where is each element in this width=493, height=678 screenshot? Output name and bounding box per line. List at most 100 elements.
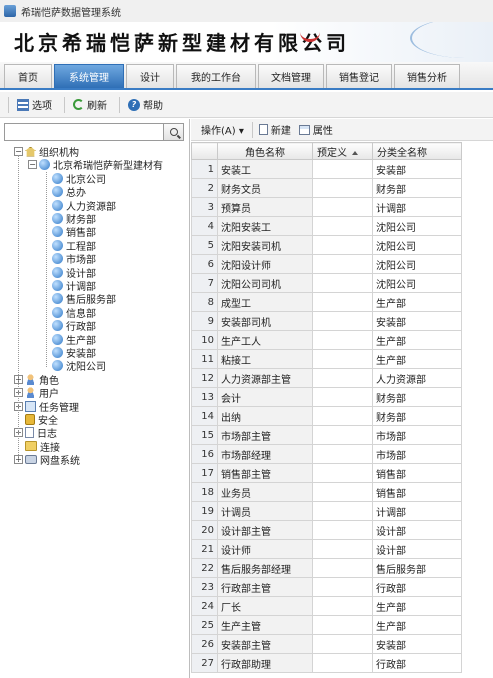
role-name-cell[interactable]: 沈阳安装工 [217,216,313,236]
row-number-cell[interactable]: 7 [191,273,218,293]
collapse-toggle-icon[interactable]: − [28,160,37,170]
row-number-cell[interactable]: 15 [191,425,218,445]
role-name-cell[interactable]: 业务员 [217,482,313,502]
table-row[interactable]: 3 预算员 计调部 [191,197,462,217]
table-row[interactable]: 24 厂长 生产部 [191,596,462,616]
predefined-cell[interactable] [312,406,373,426]
table-row[interactable]: 10 生产工人 生产部 [191,330,462,350]
tree-node-company[interactable]: − 北京希瑞恺萨新型建材有 [28,158,163,172]
tree-node-4[interactable]: 安全 [25,413,58,427]
role-name-cell[interactable]: 会计 [217,387,313,407]
tree-node-department[interactable]: 计调部 [52,279,96,293]
row-number-cell[interactable]: 14 [191,406,218,426]
category-cell[interactable]: 生产部 [372,596,462,616]
category-cell[interactable]: 生产部 [372,349,462,369]
predefined-cell[interactable] [312,577,373,597]
table-row[interactable]: 13 会计 财务部 [191,387,462,407]
table-row[interactable]: 6 沈阳设计师 沈阳公司 [191,254,462,274]
role-name-cell[interactable]: 人力资源部主管 [217,368,313,388]
table-row[interactable]: 17 销售部主管 销售部 [191,463,462,483]
predefined-cell[interactable] [312,311,373,331]
help-button[interactable]: ? 帮助 [126,95,165,115]
row-number-cell[interactable]: 10 [191,330,218,350]
tree-node-department[interactable]: 北京公司 [52,172,106,186]
category-cell[interactable]: 财务部 [372,387,462,407]
row-number-cell[interactable]: 5 [191,235,218,255]
category-cell[interactable]: 销售部 [372,463,462,483]
table-row[interactable]: 2 财务文员 财务部 [191,178,462,198]
tree-node-1[interactable]: + 角色 [14,373,59,387]
category-cell[interactable]: 沈阳公司 [372,273,462,293]
column-header-predefined[interactable]: 预定义 [312,142,373,160]
column-header-category[interactable]: 分类全名称 [372,142,462,160]
category-cell[interactable]: 设计部 [372,539,462,559]
predefined-cell[interactable] [312,216,373,236]
role-name-cell[interactable]: 安装部司机 [217,311,313,331]
table-row[interactable]: 23 行政部主管 行政部 [191,577,462,597]
category-cell[interactable]: 财务部 [372,406,462,426]
table-row[interactable]: 11 粘接工 生产部 [191,349,462,369]
tree-node-department[interactable]: 销售部 [52,225,96,239]
tab-document-management[interactable]: 文档管理 [258,64,324,88]
tree-node-department[interactable]: 安装部 [52,346,96,360]
predefined-cell[interactable] [312,425,373,445]
tree-node-department[interactable]: 沈阳公司 [52,359,106,373]
column-header-role-name[interactable]: 角色名称 [217,142,313,160]
tree-node-department[interactable]: 市场部 [52,252,96,266]
category-cell[interactable]: 安装部 [372,159,462,179]
row-number-cell[interactable]: 6 [191,254,218,274]
row-number-cell[interactable]: 13 [191,387,218,407]
tree-node-department[interactable]: 售后服务部 [52,292,116,306]
role-name-cell[interactable]: 成型工 [217,292,313,312]
table-row[interactable]: 16 市场部经理 市场部 [191,444,462,464]
table-row[interactable]: 14 出纳 财务部 [191,406,462,426]
category-cell[interactable]: 市场部 [372,444,462,464]
predefined-cell[interactable] [312,330,373,350]
search-button[interactable] [164,123,184,141]
new-button[interactable]: 新建 [258,122,291,137]
role-name-cell[interactable]: 财务文员 [217,178,313,198]
row-number-cell[interactable]: 3 [191,197,218,217]
row-number-cell[interactable]: 16 [191,444,218,464]
tree-node-department[interactable]: 总办 [52,185,86,199]
role-name-cell[interactable]: 市场部主管 [217,425,313,445]
category-cell[interactable]: 沈阳公司 [372,235,462,255]
predefined-cell[interactable] [312,501,373,521]
tab-system-management[interactable]: 系统管理 [54,64,124,88]
predefined-cell[interactable] [312,463,373,483]
options-button[interactable]: 选项 [15,95,54,115]
predefined-cell[interactable] [312,596,373,616]
table-row[interactable]: 26 安装部主管 安装部 [191,634,462,654]
category-cell[interactable]: 沈阳公司 [372,254,462,274]
category-cell[interactable]: 沈阳公司 [372,216,462,236]
role-name-cell[interactable]: 预算员 [217,197,313,217]
tree-node-department[interactable]: 生产部 [52,333,96,347]
category-cell[interactable]: 售后服务部 [372,558,462,578]
predefined-cell[interactable] [312,197,373,217]
row-number-cell[interactable]: 9 [191,311,218,331]
table-row[interactable]: 20 设计部主管 设计部 [191,520,462,540]
category-cell[interactable]: 安装部 [372,634,462,654]
role-name-cell[interactable]: 计调员 [217,501,313,521]
role-name-cell[interactable]: 粘接工 [217,349,313,369]
predefined-cell[interactable] [312,254,373,274]
role-name-cell[interactable]: 设计师 [217,539,313,559]
table-row[interactable]: 8 成型工 生产部 [191,292,462,312]
table-row[interactable]: 19 计调员 计调部 [191,501,462,521]
row-number-cell[interactable]: 12 [191,368,218,388]
table-row[interactable]: 4 沈阳安装工 沈阳公司 [191,216,462,236]
role-name-cell[interactable]: 厂长 [217,596,313,616]
role-name-cell[interactable]: 出纳 [217,406,313,426]
table-row[interactable]: 22 售后服务部经理 售后服务部 [191,558,462,578]
predefined-cell[interactable] [312,387,373,407]
tree-node-7[interactable]: + 网盘系统 [14,453,80,467]
category-cell[interactable]: 人力资源部 [372,368,462,388]
category-cell[interactable]: 生产部 [372,615,462,635]
tree-node-department[interactable]: 行政部 [52,319,96,333]
row-number-cell[interactable]: 25 [191,615,218,635]
tab-home[interactable]: 首页 [4,64,52,88]
row-number-cell[interactable]: 21 [191,539,218,559]
search-input[interactable] [4,123,164,141]
predefined-cell[interactable] [312,273,373,293]
category-cell[interactable]: 行政部 [372,653,462,673]
